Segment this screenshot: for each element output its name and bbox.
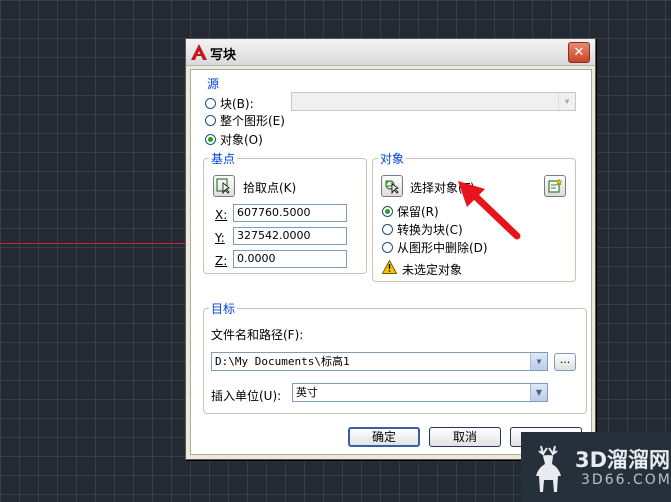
y-field[interactable]: 327542.0000 xyxy=(233,227,347,245)
cancel-button[interactable]: 取消 xyxy=(429,427,501,447)
watermark-domain: 3D66.COM xyxy=(581,472,671,488)
chevron-down-icon: ▼ xyxy=(530,353,547,370)
select-objects-button[interactable] xyxy=(381,175,403,197)
destination-group-label: 目标 xyxy=(209,300,238,317)
entire-drawing-radio[interactable] xyxy=(205,115,216,126)
objects-radio-label: 对象(O) xyxy=(220,133,263,147)
y-label: Y: xyxy=(215,231,225,245)
retain-label: 保留(R) xyxy=(397,205,439,219)
z-field[interactable]: 0.0000 xyxy=(233,250,347,268)
block-radio-label: 块(B): xyxy=(220,97,254,111)
base-point-group-label: 基点 xyxy=(209,150,238,167)
delete-from-drawing-radio[interactable] xyxy=(382,242,393,253)
entire-drawing-label: 整个图形(E) xyxy=(220,114,285,128)
insert-units-combo[interactable]: 英寸 ▼ xyxy=(292,383,548,402)
block-radio[interactable] xyxy=(205,98,216,109)
drawing-red-line xyxy=(0,243,186,244)
chevron-down-icon: ▼ xyxy=(558,93,575,110)
insert-units-value: 英寸 xyxy=(296,386,318,399)
close-button[interactable]: ✕ xyxy=(568,42,590,63)
objects-group-label: 对象 xyxy=(378,150,407,167)
convert-to-block-radio[interactable] xyxy=(382,224,393,235)
chevron-down-icon: ▼ xyxy=(530,384,547,401)
x-label: X: xyxy=(215,208,228,222)
dialog-title: 写块 xyxy=(210,48,237,63)
dialog-client: 源 块(B): ▼ 整个图形(E) 对象(O) 基点 拾取点(K) X: 607… xyxy=(190,69,592,455)
select-objects-icon xyxy=(385,180,399,194)
warning-icon xyxy=(382,260,397,274)
block-name-combo[interactable]: ▼ xyxy=(291,92,576,111)
objects-radio[interactable] xyxy=(205,134,216,145)
title-bar[interactable]: 写块 ✕ xyxy=(186,39,595,66)
z-label: Z: xyxy=(215,254,228,268)
file-path-label: 文件名和路径(F): xyxy=(211,328,304,342)
file-path-combo[interactable]: D:\My Documents\标高1 ▼ xyxy=(211,352,548,371)
write-block-dialog: 写块 ✕ 源 块(B): ▼ 整个图形(E) 对象(O) 基点 拾取点(K) X… xyxy=(185,38,596,460)
x-field[interactable]: 607760.5000 xyxy=(233,204,347,222)
quick-select-button[interactable] xyxy=(544,175,566,197)
objects-status-text: 未选定对象 xyxy=(402,263,463,277)
watermark: 3D溜溜网 3D66.COM xyxy=(521,432,671,502)
browse-button[interactable]: ... xyxy=(554,353,576,371)
quick-select-icon xyxy=(548,178,563,193)
autocad-logo-icon xyxy=(191,44,207,60)
deer-logo-icon xyxy=(536,445,561,492)
file-path-value: D:\My Documents\标高1 xyxy=(215,355,350,368)
ok-button[interactable]: 确定 xyxy=(348,427,420,447)
convert-to-block-label: 转换为块(C) xyxy=(397,223,463,237)
insert-units-label: 插入单位(U): xyxy=(211,389,282,403)
pick-point-label: 拾取点(K) xyxy=(243,181,297,195)
watermark-brand: 3D溜溜网 xyxy=(575,448,671,472)
pick-point-button[interactable] xyxy=(213,175,235,197)
pick-point-icon xyxy=(216,178,230,194)
red-arrow-annotation xyxy=(458,181,521,240)
source-group-label: 源 xyxy=(205,75,222,92)
retain-radio[interactable] xyxy=(382,206,393,217)
